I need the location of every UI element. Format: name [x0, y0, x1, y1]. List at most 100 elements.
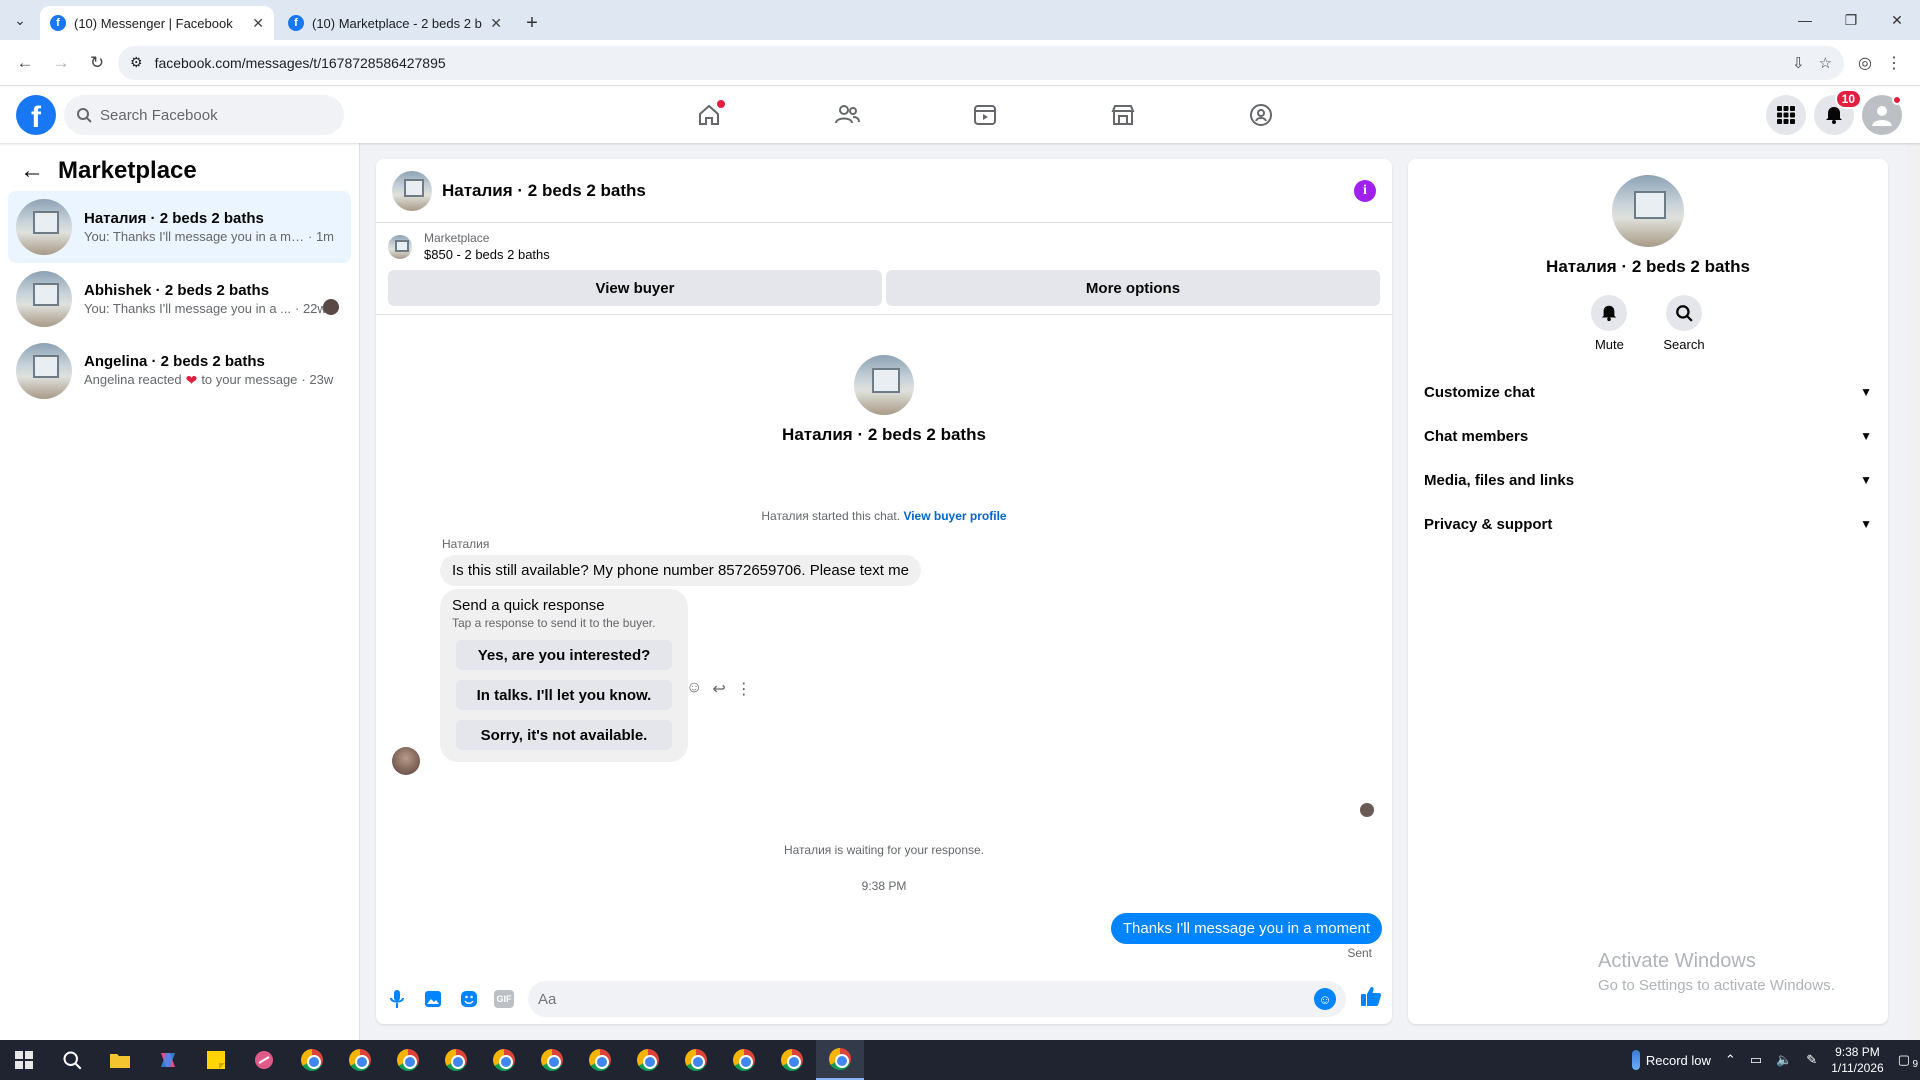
chrome-icon[interactable] [384, 1040, 432, 1080]
forward-icon[interactable]: → [46, 48, 76, 78]
bookmark-star-icon[interactable]: ☆ [1819, 54, 1832, 72]
notification-center-icon[interactable]: ▢ 9 [1898, 1052, 1918, 1070]
chrome-icon[interactable] [768, 1040, 816, 1080]
snipping-tool-icon[interactable] [240, 1040, 288, 1080]
view-buyer-profile-link[interactable]: View buyer profile [903, 509, 1006, 523]
thermometer-icon [1631, 1050, 1640, 1070]
seen-by-avatar [1360, 803, 1374, 817]
menu-kebab-icon[interactable]: ⋮ [1886, 53, 1902, 73]
tab-search-icon[interactable]: ⌄ [0, 0, 40, 40]
incoming-message-group: Наталия Is this still available? My phon… [376, 537, 1392, 775]
chat-item-angelina[interactable]: Angelina · 2 beds 2 baths Angelina react… [8, 335, 351, 407]
thumbs-up-icon[interactable] [1360, 985, 1382, 1013]
volume-icon[interactable]: 🔈 [1776, 1052, 1792, 1068]
chrome-icon[interactable] [720, 1040, 768, 1080]
conversation-title[interactable]: Наталия · 2 beds 2 baths [442, 181, 646, 201]
chrome-icon[interactable] [672, 1040, 720, 1080]
quick-response-not-available-button[interactable]: Sorry, it's not available. [456, 720, 672, 750]
sidebar-header: ← Marketplace [0, 143, 359, 191]
nav-friends[interactable] [778, 87, 916, 143]
quick-response-subtitle: Tap a response to send it to the buyer. [452, 616, 656, 630]
message-input[interactable]: ☺ [528, 981, 1346, 1017]
chrome-icon[interactable] [624, 1040, 672, 1080]
media-files-links-section[interactable]: Media, files and links ▼ [1424, 458, 1872, 502]
chat-item-abhishek[interactable]: Abhishek · 2 beds 2 baths You: Thanks I'… [8, 263, 351, 335]
chrome-icon[interactable] [432, 1040, 480, 1080]
taskbar-clock[interactable]: 9:38 PM 1/11/2026 [1831, 1044, 1884, 1076]
mute-button[interactable]: Mute [1591, 295, 1628, 352]
tab-messenger[interactable]: f (10) Messenger | Facebook ✕ [40, 6, 274, 40]
chrome-icon[interactable] [336, 1040, 384, 1080]
quick-response-in-talks-button[interactable]: In talks. I'll let you know. [456, 680, 672, 710]
more-options-button[interactable]: More options [886, 270, 1380, 306]
gif-icon[interactable]: GIF [494, 990, 514, 1008]
chat-members-section[interactable]: Chat members ▼ [1424, 414, 1872, 458]
quick-response-yes-button[interactable]: Yes, are you interested? [456, 640, 672, 670]
chat-item-natalia[interactable]: Наталия · 2 beds 2 baths You: Thanks I'l… [8, 191, 351, 263]
page-scrollbar[interactable] [1906, 143, 1920, 1040]
tab-marketplace[interactable]: f (10) Marketplace - 2 beds 2 bat ✕ [278, 6, 512, 40]
facebook-search-input[interactable]: Search Facebook [64, 95, 344, 135]
facebook-favicon-icon: f [50, 15, 66, 31]
emoji-icon[interactable]: ☺ [1314, 988, 1336, 1010]
chrome-icon[interactable] [528, 1040, 576, 1080]
show-hidden-icons-icon[interactable]: ⌃ [1725, 1052, 1736, 1068]
new-tab-button[interactable]: + [516, 6, 548, 40]
site-info-icon[interactable]: ⚙ [130, 54, 143, 71]
customize-chat-section[interactable]: Customize chat ▼ [1424, 370, 1872, 414]
view-buyer-button[interactable]: View buyer [388, 270, 882, 306]
pen-icon[interactable]: ✎ [1806, 1052, 1817, 1068]
install-app-icon[interactable]: ⇩ [1792, 54, 1805, 72]
outgoing-message-bubble[interactable]: Thanks I'll message you in a moment [1110, 913, 1382, 944]
close-tab-icon[interactable]: ✕ [252, 15, 264, 32]
back-icon[interactable]: ← [10, 48, 40, 78]
chrome-logo-icon [445, 1049, 467, 1071]
start-button[interactable] [0, 1040, 48, 1080]
message-text-field[interactable] [538, 990, 1314, 1008]
incoming-message-bubble[interactable]: Is this still available? My phone number… [440, 555, 921, 586]
notifications-button[interactable]: 10 [1814, 89, 1862, 135]
chrome-icon[interactable] [576, 1040, 624, 1080]
profile-icon[interactable]: ◎ [1858, 53, 1872, 73]
weather-widget[interactable]: Record low [1631, 1050, 1711, 1070]
search-in-chat-button[interactable]: Search [1663, 295, 1705, 352]
account-button[interactable] [1862, 95, 1902, 135]
copilot-icon[interactable] [144, 1040, 192, 1080]
microphone-icon[interactable] [386, 988, 408, 1010]
file-explorer-icon[interactable] [96, 1040, 144, 1080]
nav-groups[interactable] [1192, 87, 1330, 143]
privacy-support-section[interactable]: Privacy & support ▼ [1424, 502, 1872, 546]
more-icon[interactable]: ⋮ [736, 679, 752, 699]
reload-icon[interactable]: ↻ [82, 48, 112, 78]
chrome-active-icon[interactable] [816, 1040, 864, 1080]
conversation-thumbnail[interactable] [392, 170, 432, 211]
close-window-icon[interactable]: ✕ [1874, 0, 1920, 40]
facebook-logo[interactable]: f [16, 95, 56, 135]
menu-grid-button[interactable] [1766, 95, 1806, 135]
back-arrow-icon[interactable]: ← [20, 157, 44, 185]
clock-time: 9:38 PM [1835, 1045, 1880, 1059]
minimize-icon[interactable]: — [1782, 0, 1828, 40]
sticker-icon[interactable] [458, 988, 480, 1010]
chrome-icon[interactable] [480, 1040, 528, 1080]
details-thumbnail [1612, 175, 1684, 247]
started-text: Наталия started this chat. [761, 509, 901, 523]
listing-title[interactable]: $850 - 2 beds 2 baths [424, 247, 550, 262]
listing-thumbnail [16, 343, 72, 399]
sender-avatar[interactable] [392, 747, 420, 775]
photo-icon[interactable] [422, 988, 444, 1010]
reply-icon[interactable]: ↩ [712, 679, 725, 699]
restore-icon[interactable]: ❐ [1828, 0, 1874, 40]
react-icon[interactable]: ☺ [686, 679, 702, 699]
network-icon[interactable]: ▭ [1750, 1052, 1762, 1068]
sticky-notes-icon[interactable] [192, 1040, 240, 1080]
url-field[interactable]: ⚙ facebook.com/messages/t/16787285864278… [118, 45, 1845, 80]
taskbar-search-icon[interactable] [48, 1040, 96, 1080]
close-tab-icon[interactable]: ✕ [490, 15, 502, 32]
chrome-icon[interactable] [288, 1040, 336, 1080]
nav-home[interactable] [640, 87, 778, 143]
message-timestamp: 9:38 PM [861, 879, 907, 893]
nav-video[interactable] [916, 87, 1054, 143]
info-icon[interactable]: i [1354, 179, 1376, 202]
nav-marketplace[interactable] [1054, 87, 1192, 143]
